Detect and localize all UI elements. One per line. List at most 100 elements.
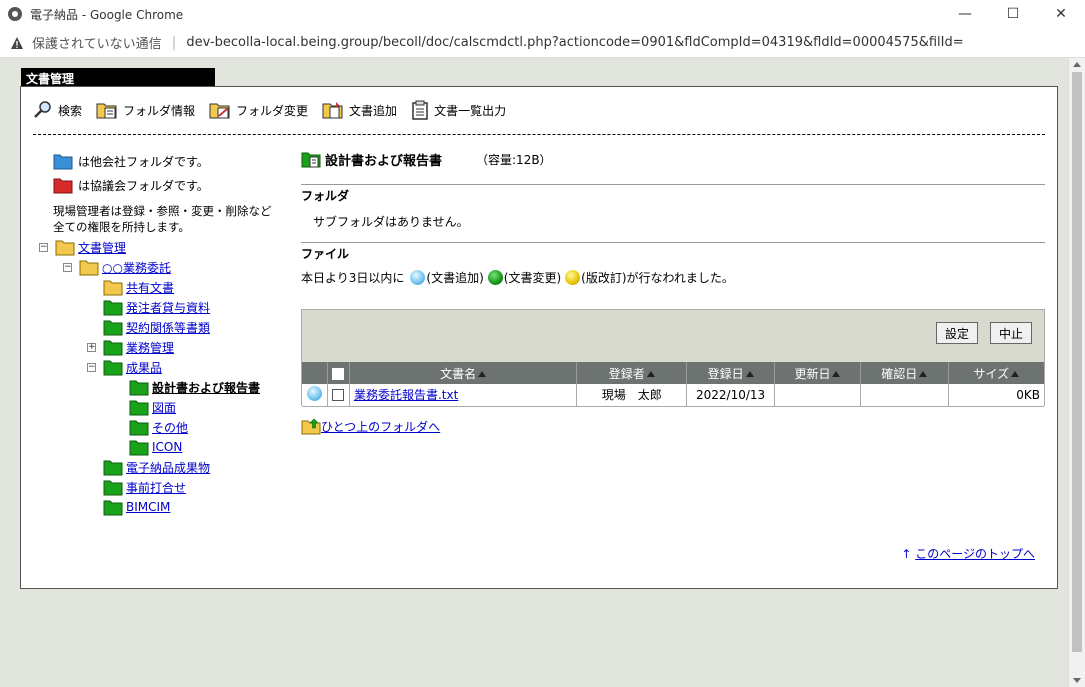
row-status-cell bbox=[302, 384, 328, 407]
tree-node[interactable]: 設計書および報告書 bbox=[129, 377, 260, 397]
yellow-dot-icon bbox=[565, 270, 581, 285]
tree-node-label[interactable]: 電子納品成果物 bbox=[126, 459, 210, 476]
tree-node[interactable]: − 成果品 bbox=[87, 357, 162, 377]
blue-dot-icon bbox=[410, 270, 426, 285]
select-all-checkbox[interactable] bbox=[332, 367, 345, 380]
folder-icon bbox=[103, 360, 123, 376]
window-title: 電子納品 - Google Chrome bbox=[30, 7, 184, 22]
row-size-cell: 0KB bbox=[948, 384, 1044, 407]
red-folder-icon bbox=[53, 178, 73, 194]
tree-node[interactable]: 電子納品成果物 bbox=[103, 457, 210, 477]
sort-icon bbox=[1011, 371, 1020, 377]
close-button[interactable]: ✕ bbox=[1037, 0, 1085, 28]
row-name-cell: 業務委託報告書.txt bbox=[349, 384, 578, 407]
tree-node-label[interactable]: 文書管理 bbox=[78, 239, 126, 256]
tree-node-label[interactable]: 成果品 bbox=[126, 359, 162, 376]
folder-capacity: （容量:12B） bbox=[476, 152, 552, 167]
collapse-icon[interactable]: − bbox=[39, 242, 48, 252]
col-name-header[interactable]: 文書名 bbox=[349, 362, 578, 384]
folder-icon bbox=[129, 380, 149, 396]
file-table: 文書名 登録者 登録日 更新日 確認日 サイズ 業務委託報告書.txt 現場 太… bbox=[302, 362, 1044, 407]
notice-prefix: 本日より3日以内に bbox=[301, 271, 405, 285]
document-list-output-button[interactable]: 文書一覧出力 bbox=[411, 100, 506, 120]
col-size-header[interactable]: サイズ bbox=[948, 362, 1044, 384]
folder-change-label: フォルダ変更 bbox=[236, 103, 309, 118]
warning-icon[interactable] bbox=[10, 36, 24, 50]
folder-change-button[interactable]: フォルダ変更 bbox=[209, 100, 308, 120]
page-top-link-row: ↑ このページのトップへ bbox=[901, 545, 1035, 562]
search-label: 検索 bbox=[58, 103, 83, 118]
col-updated-header[interactable]: 更新日 bbox=[774, 362, 861, 384]
tree-node[interactable]: その他 bbox=[129, 417, 188, 437]
folder-section-title: フォルダ bbox=[301, 189, 350, 203]
collapse-icon[interactable]: − bbox=[63, 262, 72, 272]
maximize-button[interactable]: ☐ bbox=[989, 0, 1037, 28]
file-link[interactable]: 業務委託報告書.txt bbox=[354, 388, 458, 402]
tree-node-label[interactable]: 発注者貸与資料 bbox=[126, 299, 210, 316]
tree-node-label[interactable]: 事前打合せ bbox=[126, 479, 186, 496]
sort-icon bbox=[919, 371, 928, 377]
sort-icon bbox=[832, 371, 841, 377]
col-registered-label: 登録日 bbox=[707, 366, 744, 381]
folder-icon bbox=[103, 500, 123, 516]
expand-icon[interactable]: + bbox=[87, 342, 96, 352]
tree-node-label[interactable]: ○○業務委託 bbox=[102, 259, 171, 276]
file-section-title: ファイル bbox=[301, 247, 350, 261]
parent-folder-link-row: ひとつ上のフォルダへ bbox=[301, 417, 440, 435]
document-list-output-label: 文書一覧出力 bbox=[434, 103, 507, 118]
parent-folder-link[interactable]: ひとつ上のフォルダへ bbox=[321, 418, 440, 435]
tree-node-label[interactable]: 業務管理 bbox=[126, 339, 174, 356]
col-confirmed-header[interactable]: 確認日 bbox=[860, 362, 949, 384]
tree-node[interactable]: ICON bbox=[129, 437, 182, 457]
col-registrant-header[interactable]: 登録者 bbox=[576, 362, 688, 384]
minimize-button[interactable]: — bbox=[941, 0, 989, 28]
row-registered-cell: 2022/10/13 bbox=[686, 384, 776, 407]
scrollbar-thumb[interactable] bbox=[1072, 72, 1082, 652]
tree-node[interactable]: 契約関係等書類 bbox=[103, 317, 210, 337]
stop-button[interactable]: 中止 bbox=[990, 322, 1033, 344]
tree-node-label[interactable]: ICON bbox=[152, 440, 182, 454]
col-size-label: サイズ bbox=[973, 366, 1010, 381]
row-select-cell bbox=[327, 384, 350, 407]
notice-add: (文書追加) bbox=[426, 271, 484, 285]
document-add-button[interactable]: 文書追加 bbox=[322, 100, 397, 120]
tree-node[interactable]: − ○○業務委託 bbox=[63, 257, 171, 277]
permission-note-line2: 全ての権限を所持します。 bbox=[53, 220, 190, 234]
folder-icon bbox=[55, 240, 75, 256]
tree-node-label[interactable]: その他 bbox=[152, 419, 188, 436]
scroll-down-icon[interactable] bbox=[1073, 678, 1081, 683]
col-registrant-label: 登録者 bbox=[608, 366, 645, 381]
tree-node-label[interactable]: BIMCIM bbox=[126, 500, 170, 514]
col-registered-header[interactable]: 登録日 bbox=[686, 362, 776, 384]
tree-node-label[interactable]: 図面 bbox=[152, 399, 176, 416]
vertical-scrollbar[interactable] bbox=[1068, 58, 1085, 687]
url-text[interactable]: dev-becolla-local.being.group/becoll/doc… bbox=[186, 35, 963, 50]
tree-node-label[interactable]: 設計書および報告書 bbox=[152, 379, 260, 396]
tree-node[interactable]: 共有文書 bbox=[103, 277, 174, 297]
tree-node[interactable]: + 業務管理 bbox=[87, 337, 174, 357]
status-header bbox=[302, 362, 328, 384]
tree-node[interactable]: − 文書管理 bbox=[39, 237, 126, 257]
insecure-label[interactable]: 保護されていない通信 bbox=[32, 33, 162, 52]
tree-node[interactable]: 事前打合せ bbox=[103, 477, 186, 497]
folder-icon bbox=[129, 400, 149, 416]
collapse-icon[interactable]: − bbox=[87, 362, 96, 372]
tree-node[interactable]: 発注者貸与資料 bbox=[103, 297, 210, 317]
folder-info-label: フォルダ情報 bbox=[123, 103, 196, 118]
address-bar[interactable]: 保護されていない通信 | dev-becolla-local.being.gro… bbox=[0, 28, 1085, 58]
legend-council-text: は協議会フォルダです。 bbox=[78, 178, 209, 193]
settings-button[interactable]: 設定 bbox=[936, 322, 979, 344]
toolbar-divider bbox=[33, 134, 1045, 135]
scroll-up-icon[interactable] bbox=[1073, 62, 1081, 67]
up-arrow-icon: ↑ bbox=[901, 547, 912, 561]
page-top-link[interactable]: このページのトップへ bbox=[915, 547, 1035, 561]
tree-node-label[interactable]: 共有文書 bbox=[126, 279, 174, 296]
tree-node[interactable]: BIMCIM bbox=[103, 497, 170, 517]
folder-icon bbox=[129, 440, 149, 456]
tree-node[interactable]: 図面 bbox=[129, 397, 176, 417]
folder-icon bbox=[103, 460, 123, 476]
tree-node-label[interactable]: 契約関係等書類 bbox=[126, 319, 210, 336]
search-button[interactable]: 検索 bbox=[33, 100, 82, 120]
row-checkbox[interactable] bbox=[332, 389, 345, 402]
folder-info-button[interactable]: フォルダ情報 bbox=[96, 100, 195, 120]
